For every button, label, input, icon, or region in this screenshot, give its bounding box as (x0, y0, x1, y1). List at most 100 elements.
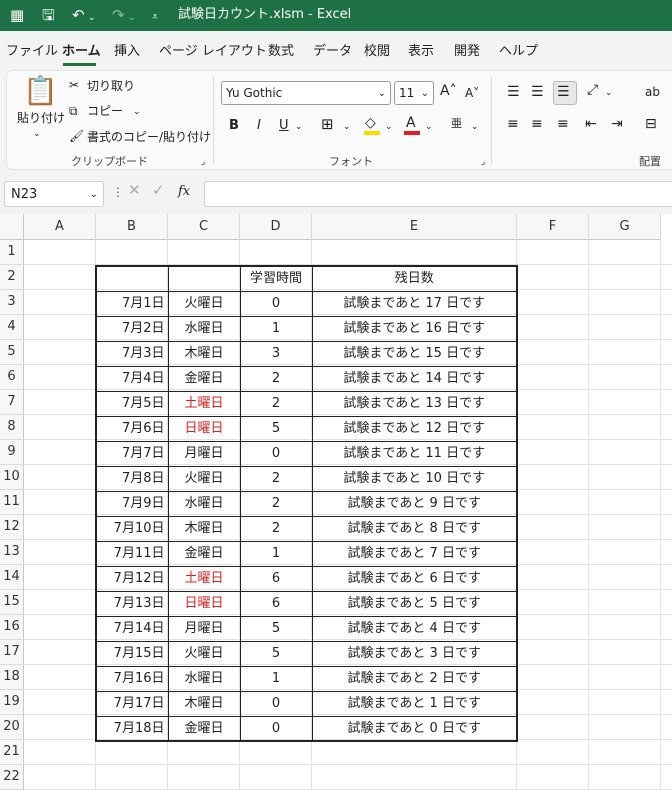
remaining-days-cell[interactable]: 試験まであと 16 日です (311, 315, 518, 342)
row-header[interactable]: 22 (0, 765, 24, 790)
column-header-g[interactable]: G (589, 214, 661, 240)
remaining-days-cell[interactable]: 試験まであと 2 日です (311, 665, 518, 692)
remaining-days-cell[interactable]: 試験まであと 15 日です (311, 340, 518, 367)
date-cell[interactable]: 7月9日 (95, 490, 169, 517)
fill-color-icon[interactable]: ◇ (365, 116, 376, 131)
font-name-select[interactable]: Yu Gothic ⌄ (221, 81, 391, 105)
phonetic-dropdown-icon[interactable]: ⌄ (471, 120, 479, 135)
column-header-b[interactable]: B (96, 214, 168, 240)
remaining-days-cell[interactable]: 試験まであと 8 日です (311, 515, 518, 542)
tab-help[interactable]: ヘルプ (499, 44, 538, 60)
row-header[interactable]: 5 (0, 340, 24, 365)
row-header[interactable]: 10 (0, 465, 24, 490)
weekday-cell[interactable]: 火曜日 (167, 290, 241, 317)
cell-c2[interactable] (167, 265, 241, 292)
column-header-c[interactable]: C (168, 214, 240, 240)
study-hours-cell[interactable]: 1 (239, 315, 313, 342)
paste-dropdown-icon[interactable]: ⌄ (33, 127, 41, 142)
decrease-indent-icon[interactable]: ⇤ (585, 117, 597, 132)
weekday-cell[interactable]: 火曜日 (167, 465, 241, 492)
paste-icon[interactable]: 📋 (23, 75, 58, 107)
enter-icon[interactable]: ✓ (152, 183, 165, 198)
weekday-cell[interactable]: 月曜日 (167, 440, 241, 467)
row-header[interactable]: 9 (0, 440, 24, 465)
underline-dropdown-icon[interactable]: ⌄ (295, 120, 303, 135)
date-cell[interactable]: 7月16日 (95, 665, 169, 692)
row-header[interactable]: 1 (0, 240, 24, 265)
undo-icon[interactable]: ↶ (72, 6, 85, 24)
border-dropdown-icon[interactable]: ⌄ (343, 120, 351, 135)
align-center-icon[interactable]: ≡ (531, 117, 543, 132)
weekday-cell[interactable]: 金曜日 (167, 365, 241, 392)
align-middle-icon[interactable]: ☰ (531, 85, 544, 100)
date-cell[interactable]: 7月10日 (95, 515, 169, 542)
align-top-icon[interactable]: ☰ (507, 85, 520, 100)
increase-font-size-icon[interactable]: A˄ (440, 84, 457, 99)
name-box[interactable]: N23 ⌄ (4, 181, 104, 207)
copy-dropdown-icon[interactable]: ⌄ (133, 105, 141, 120)
underline-button[interactable]: U (279, 118, 289, 133)
date-cell[interactable]: 7月4日 (95, 365, 169, 392)
row-header[interactable]: 14 (0, 565, 24, 590)
more-options-icon[interactable]: ⋮ (112, 185, 124, 200)
study-hours-cell[interactable]: 5 (239, 415, 313, 442)
tab-data[interactable]: データ (313, 44, 352, 60)
weekday-cell[interactable]: 土曜日 (167, 390, 241, 417)
remaining-days-cell[interactable]: 試験まであと 7 日です (311, 540, 518, 567)
study-hours-cell[interactable]: 0 (239, 715, 313, 742)
tab-view[interactable]: 表示 (408, 44, 434, 60)
date-cell[interactable]: 7月13日 (95, 590, 169, 617)
copy-button[interactable]: コピー (87, 104, 123, 119)
align-bottom-icon[interactable]: ☰ (557, 85, 570, 100)
row-header[interactable]: 3 (0, 290, 24, 315)
remaining-days-cell[interactable]: 試験まであと 10 日です (311, 465, 518, 492)
fill-color-dropdown-icon[interactable]: ⌄ (385, 120, 393, 135)
weekday-cell[interactable]: 水曜日 (167, 665, 241, 692)
weekday-cell[interactable]: 金曜日 (167, 715, 241, 742)
remaining-days-cell[interactable]: 試験まであと 12 日です (311, 415, 518, 442)
date-cell[interactable]: 7月3日 (95, 340, 169, 367)
date-cell[interactable]: 7月8日 (95, 465, 169, 492)
study-hours-cell[interactable]: 3 (239, 340, 313, 367)
border-icon[interactable]: ⊞ (321, 117, 334, 132)
study-hours-cell[interactable]: 0 (239, 290, 313, 317)
tab-page-layout[interactable]: ページ レイアウト (159, 44, 267, 60)
remaining-days-cell[interactable]: 試験まであと 11 日です (311, 440, 518, 467)
weekday-cell[interactable]: 日曜日 (167, 415, 241, 442)
row-header[interactable]: 12 (0, 515, 24, 540)
align-left-icon[interactable]: ≡ (507, 117, 519, 132)
row-header[interactable]: 8 (0, 415, 24, 440)
orientation-dropdown-icon[interactable]: ⌄ (605, 86, 613, 101)
clipboard-launcher-icon[interactable]: ⌟ (201, 155, 205, 170)
tab-insert[interactable]: 挿入 (114, 44, 140, 60)
row-header[interactable]: 15 (0, 590, 24, 615)
excel-app-icon[interactable]: ▦ (10, 6, 24, 24)
select-all-corner[interactable] (0, 214, 24, 240)
customize-qat-icon[interactable]: ⩡ (152, 8, 158, 26)
cancel-icon[interactable]: ✕ (128, 183, 141, 198)
study-hours-cell[interactable]: 2 (239, 390, 313, 417)
cut-icon[interactable]: ✂ (69, 78, 79, 93)
remaining-days-cell[interactable]: 試験まであと 1 日です (311, 690, 518, 717)
insert-function-button[interactable]: fx (178, 184, 190, 199)
remaining-days-cell[interactable]: 試験まであと 4 日です (311, 615, 518, 642)
date-cell[interactable]: 7月6日 (95, 415, 169, 442)
date-cell[interactable]: 7月2日 (95, 315, 169, 342)
remaining-days-cell[interactable]: 試験まであと 6 日です (311, 565, 518, 592)
study-hours-cell[interactable]: 2 (239, 465, 313, 492)
remaining-days-cell[interactable]: 試験まであと 3 日です (311, 640, 518, 667)
header-study-hours[interactable]: 学習時間 (239, 265, 313, 292)
remaining-days-cell[interactable]: 試験まであと 14 日です (311, 365, 518, 392)
row-header[interactable]: 6 (0, 365, 24, 390)
study-hours-cell[interactable]: 2 (239, 515, 313, 542)
font-launcher-icon[interactable]: ⌟ (481, 155, 485, 170)
align-right-icon[interactable]: ≡ (557, 117, 569, 132)
column-header-a[interactable]: A (24, 214, 96, 240)
remaining-days-cell[interactable]: 試験まであと 13 日です (311, 390, 518, 417)
bold-button[interactable]: B (229, 118, 239, 133)
undo-dropdown-icon[interactable]: ⌄ (88, 9, 96, 27)
phonetic-guide-icon[interactable]: 亜 (451, 116, 462, 131)
date-cell[interactable]: 7月7日 (95, 440, 169, 467)
column-header-d[interactable]: D (240, 214, 312, 240)
date-cell[interactable]: 7月12日 (95, 565, 169, 592)
